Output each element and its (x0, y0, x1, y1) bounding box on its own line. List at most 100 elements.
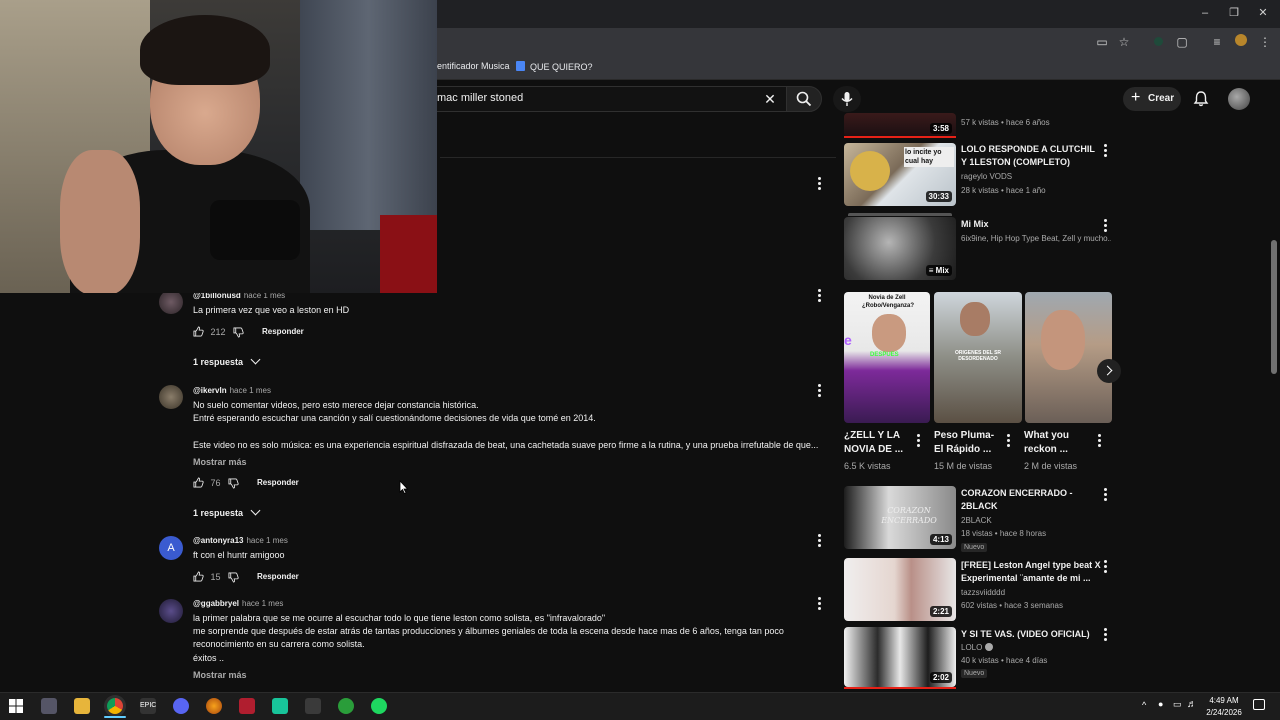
channel-name[interactable]: tazzsviidddd (961, 588, 1005, 597)
video-options-icon[interactable] (1104, 144, 1108, 158)
app-icon[interactable] (338, 698, 354, 714)
bookmark-item-doc[interactable]: QUE QUIERO? (516, 61, 593, 72)
bookmark-item[interactable]: dentificador Musica (432, 61, 510, 71)
clock-time[interactable]: 4:49 AM (1205, 696, 1243, 705)
thumbs-down-icon[interactable] (228, 478, 239, 489)
channel-name[interactable]: LOLO (961, 643, 993, 652)
video-options-icon[interactable] (1104, 219, 1108, 233)
close-window-icon[interactable]: ✕ (1256, 6, 1270, 20)
video-title[interactable]: Y SI TE VAS. (VIDEO OFICIAL) (961, 628, 1101, 641)
search-button[interactable] (786, 86, 822, 112)
comment-author[interactable]: @ggabbryel hace 1 mes (193, 599, 283, 608)
chevron-up-icon[interactable]: ^ (1142, 700, 1146, 710)
video-thumbnail[interactable]: 3:58 (844, 113, 956, 137)
show-more-link[interactable]: Mostrar más (193, 670, 247, 680)
duration-badge: 2:02 (929, 672, 952, 683)
extension-dot-icon[interactable] (1150, 34, 1166, 50)
short-thumbnail[interactable]: ORIGENES DEL SR DESORDENADO (934, 292, 1022, 423)
show-more-link[interactable]: Mostrar más (193, 457, 247, 467)
notification-center-icon[interactable] (1253, 699, 1265, 710)
short-title[interactable]: Peso Pluma- El Rápido ... (934, 429, 1004, 457)
clear-search-icon[interactable]: ✕ (762, 91, 778, 107)
video-options-icon[interactable] (1104, 488, 1108, 502)
more-options-icon[interactable] (818, 177, 822, 191)
thumbs-down-icon[interactable] (233, 327, 244, 338)
microphone-tray-icon[interactable]: ● (1158, 699, 1163, 709)
channel-name[interactable]: rageylo VODS (961, 172, 1012, 181)
avatar[interactable] (159, 599, 183, 623)
comment-author[interactable]: @ikervln hace 1 mes (193, 386, 271, 395)
reply-button[interactable]: Responder (257, 478, 299, 487)
spotify-icon[interactable] (371, 698, 387, 714)
avatar[interactable]: A (159, 536, 183, 560)
obs-icon[interactable] (206, 698, 222, 714)
install-app-icon[interactable]: ▭ (1094, 34, 1110, 50)
video-options-icon[interactable] (1104, 560, 1108, 574)
microphone-icon (841, 92, 853, 106)
restore-icon[interactable]: ❐ (1227, 6, 1241, 20)
mix-thumbnail[interactable]: ≡ Mix (844, 217, 956, 280)
reply-button[interactable]: Responder (262, 327, 304, 336)
short-options-icon[interactable] (1007, 434, 1011, 448)
video-thumbnail[interactable]: 2:21 (844, 558, 956, 621)
minimize-icon[interactable]: – (1198, 6, 1212, 20)
video-thumbnail[interactable]: CORAZON ENCERRADO 4:13 (844, 486, 956, 549)
video-title[interactable]: LOLO RESPONDE A CLUTCHIL Y 1LESTON (COMP… (961, 143, 1101, 169)
short-title[interactable]: What you reckon ... (1024, 429, 1094, 457)
voice-search-button[interactable] (833, 86, 861, 112)
avatar[interactable] (159, 290, 183, 314)
comment-options-icon[interactable] (818, 384, 822, 398)
capcut-icon[interactable] (305, 698, 321, 714)
chrome-menu-icon[interactable]: ⋮ (1257, 34, 1273, 50)
discord-icon[interactable] (173, 698, 189, 714)
shorts-next-button[interactable] (1097, 359, 1121, 383)
reply-button[interactable]: Responder (257, 572, 299, 581)
video-title[interactable]: CORAZON ENCERRADO - 2BLACK (961, 487, 1101, 513)
like-button[interactable]: 76 (193, 477, 221, 488)
mouse-cursor-icon (399, 480, 409, 494)
avatar[interactable] (159, 385, 183, 409)
video-title[interactable]: [FREE] Leston Angel type beat X Experime… (961, 559, 1101, 585)
windows-start-icon[interactable] (8, 698, 24, 714)
create-label: Crear (1148, 93, 1175, 104)
show-replies-button[interactable]: 1 respuesta (193, 505, 261, 518)
channel-name[interactable]: 2BLACK (961, 516, 992, 525)
app-icon[interactable] (272, 698, 288, 714)
comment-options-icon[interactable] (818, 289, 822, 303)
extensions-puzzle-icon[interactable]: ▢ (1174, 34, 1190, 50)
profile-avatar-icon[interactable] (1233, 34, 1249, 50)
chrome-icon[interactable] (107, 698, 123, 714)
epic-games-icon[interactable]: EPIC (140, 698, 156, 714)
page-scrollbar-track[interactable] (1268, 80, 1280, 692)
short-thumbnail[interactable]: Novia de Zell ¿Robo/Venganza? e DESPUES (844, 292, 930, 423)
network-icon[interactable]: ▭ (1173, 699, 1182, 710)
comment-author[interactable]: @antonyra13 hace 1 mes (193, 536, 288, 545)
short-options-icon[interactable] (1098, 434, 1102, 448)
media-control-icon[interactable]: ≡ (1209, 34, 1225, 50)
bookmark-star-icon[interactable]: ☆ (1116, 34, 1132, 50)
video-thumbnail[interactable]: 2:02 (844, 627, 956, 687)
mix-title[interactable]: Mi Mix (961, 218, 1101, 231)
task-view-icon[interactable] (41, 698, 57, 714)
chevron-right-icon (1102, 365, 1113, 376)
video-options-icon[interactable] (1104, 628, 1108, 642)
comment-options-icon[interactable] (818, 534, 822, 548)
search-query: mac miller stoned (437, 92, 524, 104)
like-button[interactable]: 15 (193, 571, 221, 582)
comment-text: la primer palabra que se me ocurre al es… (193, 613, 606, 623)
like-button[interactable]: 212 (193, 326, 226, 337)
account-avatar[interactable] (1228, 88, 1250, 110)
comment-options-icon[interactable] (818, 597, 822, 611)
voicemeeter-icon[interactable] (239, 698, 255, 714)
notifications-bell-icon[interactable] (1192, 90, 1210, 108)
short-title[interactable]: ¿ZELL Y LA NOVIA DE ... (844, 429, 914, 457)
short-options-icon[interactable] (917, 434, 921, 448)
thumbs-down-icon[interactable] (228, 572, 239, 583)
video-thumbnail[interactable]: lo incite yo cual hay 30:33 (844, 143, 956, 206)
page-scrollbar-thumb[interactable] (1271, 240, 1277, 374)
show-replies-button[interactable]: 1 respuesta (193, 354, 261, 367)
clock-date[interactable]: 2/24/2026 (1201, 708, 1247, 717)
volume-icon[interactable]: ♬ (1187, 699, 1197, 710)
short-thumbnail[interactable] (1025, 292, 1112, 423)
file-explorer-icon[interactable] (74, 698, 90, 714)
